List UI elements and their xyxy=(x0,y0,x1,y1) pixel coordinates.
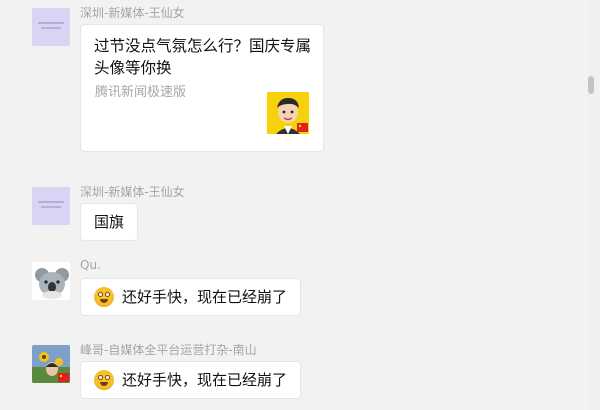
grinning-face-icon xyxy=(94,370,114,390)
avatar[interactable] xyxy=(32,187,70,225)
message-text: 还好手快，现在已经崩了 xyxy=(122,288,288,306)
message-text: 还好手快，现在已经崩了 xyxy=(122,371,288,389)
card-source: 腾讯新闻极速版 xyxy=(95,85,187,100)
avatar[interactable] xyxy=(32,345,70,383)
card-thumbnail xyxy=(267,92,309,134)
koala-avatar-icon xyxy=(32,262,70,300)
avatar[interactable] xyxy=(32,8,70,46)
message-text: 国旗 xyxy=(94,213,125,231)
grinning-face-icon xyxy=(94,287,114,307)
sender-name: 深圳-新媒体-王仙女 xyxy=(80,185,185,199)
sender-name: 峰哥-自媒体全平台运营打杂-南山 xyxy=(80,343,257,357)
message-bubble[interactable]: 还好手快，现在已经崩了 xyxy=(80,278,302,316)
link-card[interactable]: 过节没点气氛怎么行？国庆专属头像等你换 腾讯新闻极速版 xyxy=(80,24,324,152)
scrollbar-thumb[interactable] xyxy=(588,76,594,94)
message-bubble[interactable]: 还好手快，现在已经崩了 xyxy=(80,361,302,399)
cartoon-avatar-icon xyxy=(267,92,309,134)
message-bubble[interactable]: 国旗 xyxy=(80,203,139,241)
card-title: 过节没点气氛怎么行？国庆专属头像等你换 xyxy=(94,37,312,77)
sunflower-photo-avatar-icon xyxy=(32,345,70,383)
avatar[interactable] xyxy=(32,262,70,300)
chat-message-list: 深圳-新媒体-王仙女 过节没点气氛怎么行？国庆专属头像等你换 腾讯新闻极速版 深… xyxy=(0,0,600,410)
sender-name: 深圳-新媒体-王仙女 xyxy=(80,6,185,20)
scrollbar[interactable] xyxy=(588,0,598,410)
sender-name: Qu. xyxy=(80,258,101,272)
